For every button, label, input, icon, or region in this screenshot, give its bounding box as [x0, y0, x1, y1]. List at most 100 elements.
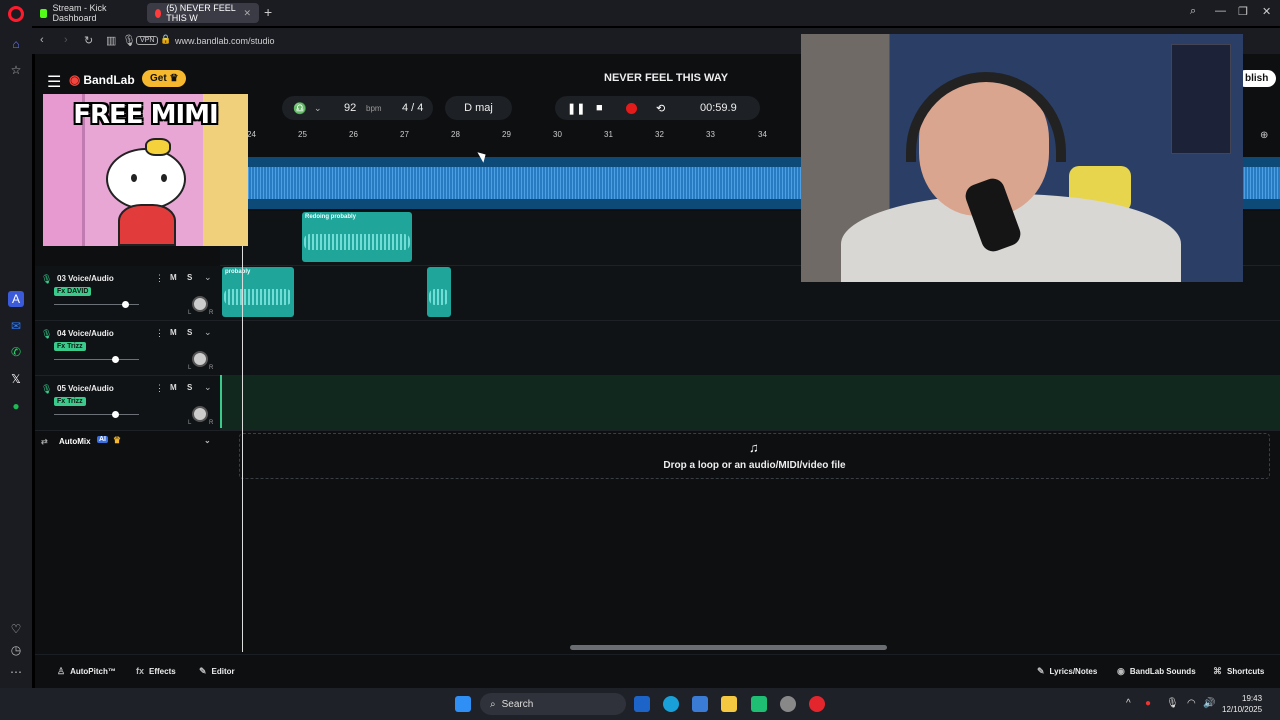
mute-button[interactable]: M	[170, 383, 177, 392]
mute-button[interactable]: M	[170, 273, 177, 282]
chevron-down-icon[interactable]: ⌄	[314, 103, 322, 114]
solo-button[interactable]: S	[187, 383, 192, 392]
track-name[interactable]: 05 Voice/Audio	[57, 384, 114, 393]
track-menu-icon[interactable]: ⋮	[155, 383, 164, 394]
heart-icon[interactable]: ♡	[8, 621, 24, 637]
start-icon[interactable]	[455, 696, 471, 712]
opera-logo-icon[interactable]	[8, 6, 24, 22]
record-button[interactable]	[626, 103, 637, 114]
minimize-icon[interactable]: —	[1215, 5, 1226, 17]
volume-knob[interactable]	[112, 356, 120, 363]
lyrics-notes-button[interactable]: ✎ Lyrics/Notes	[1037, 666, 1097, 677]
chevron-down-icon[interactable]: ⌄	[204, 327, 212, 338]
track-menu-icon[interactable]: ⋮	[155, 273, 164, 284]
mute-button[interactable]: M	[170, 328, 177, 337]
outlook-icon[interactable]	[634, 696, 650, 712]
forward-icon[interactable]: ›	[64, 34, 68, 46]
time-signature[interactable]: 4 / 4	[402, 102, 423, 114]
drop-zone[interactable]: ♫ Drop a loop or an audio/MIDI/video fil…	[239, 433, 1270, 479]
volume-knob[interactable]	[112, 411, 120, 418]
volume-knob[interactable]	[121, 301, 129, 308]
app-icon[interactable]	[751, 696, 767, 712]
horizontal-scrollbar[interactable]	[570, 645, 887, 650]
pause-icon[interactable]: ❚❚	[567, 102, 585, 115]
fx-badge[interactable]: Fx Trizz	[54, 397, 86, 406]
history-icon[interactable]: ◷	[8, 642, 24, 658]
track-name[interactable]: 03 Voice/Audio	[57, 274, 114, 283]
aria-icon[interactable]: A	[8, 291, 24, 307]
tab-bandlab[interactable]: (5) NEVER FEEL THIS W ✕	[147, 3, 259, 23]
url-field[interactable]: www.bandlab.com/studio	[175, 36, 275, 46]
taskbar-search[interactable]: ⌕ Search	[480, 693, 626, 715]
loop-icon[interactable]: ⟲	[656, 102, 665, 115]
home-icon[interactable]: ⌂	[8, 36, 24, 52]
menu-icon[interactable]: ☰	[47, 72, 61, 92]
pan-knob[interactable]	[192, 296, 208, 312]
bpm-value[interactable]: 92	[344, 102, 356, 114]
autopitch-button[interactable]: ♙ AutoPitch™	[57, 666, 116, 677]
messenger-icon[interactable]: ✉	[8, 318, 24, 334]
tray-app-icon[interactable]: ●	[1145, 698, 1151, 709]
close-window-icon[interactable]: ✕	[1262, 5, 1271, 18]
automix-row[interactable]: ⇄ AutoMix AI ♛ ⌄	[35, 431, 220, 453]
tabs-grid-icon[interactable]: ▥	[106, 34, 116, 47]
whatsapp-icon[interactable]: ✆	[8, 344, 24, 360]
reload-icon[interactable]: ↻	[84, 34, 93, 47]
bandlab-logo[interactable]: ◉ BandLab	[69, 72, 135, 88]
new-tab-icon[interactable]: +	[264, 4, 272, 20]
spotify-icon[interactable]: ●	[8, 398, 24, 414]
more-icon[interactable]: ⋯	[8, 664, 24, 680]
audio-clip[interactable]: probably	[222, 267, 294, 317]
track-05-lane[interactable]	[220, 376, 1280, 431]
chevron-down-icon[interactable]: ⌄	[204, 272, 212, 283]
tray-mic-icon[interactable]: 🎙	[1166, 698, 1179, 709]
mic-icon[interactable]: 🎙	[122, 34, 136, 47]
store-icon[interactable]	[692, 696, 708, 712]
fx-badge[interactable]: Fx Trizz	[54, 342, 86, 351]
restore-icon[interactable]: ❐	[1238, 5, 1248, 18]
editor-button[interactable]: ✎ Editor	[199, 666, 235, 677]
wifi-icon[interactable]: ◠	[1187, 698, 1196, 709]
tab-kick-dashboard[interactable]: Stream - Kick Dashboard	[32, 3, 144, 23]
volume-slider[interactable]	[54, 359, 139, 360]
track-04-lane[interactable]	[220, 321, 1280, 376]
bookmarks-icon[interactable]: ☆	[8, 62, 24, 78]
volume-icon[interactable]: 🔊	[1203, 698, 1215, 709]
solo-button[interactable]: S	[187, 328, 192, 337]
track-header-03[interactable]: 🎙 03 Voice/Audio ⋮ M S ⌄ Fx DAVID L R	[35, 266, 220, 321]
track-header-04[interactable]: 🎙 04 Voice/Audio ⋮ M S ⌄ Fx Trizz L R	[35, 321, 220, 376]
close-tab-icon[interactable]: ✕	[243, 8, 251, 19]
file-explorer-icon[interactable]	[721, 696, 737, 712]
track-header-05[interactable]: 🎙 05 Voice/Audio ⋮ M S ⌄ Fx Trizz L R	[35, 376, 220, 431]
track-name[interactable]: 04 Voice/Audio	[57, 329, 114, 338]
effects-button[interactable]: fx Effects	[136, 666, 176, 676]
chevron-down-icon[interactable]: ⌄	[204, 382, 212, 393]
volume-slider[interactable]	[54, 414, 139, 415]
solo-button[interactable]: S	[187, 273, 192, 282]
vpn-badge[interactable]: VPN	[136, 36, 159, 45]
audio-clip[interactable]	[427, 267, 451, 317]
bandlab-sounds-button[interactable]: ◉ BandLab Sounds	[1117, 666, 1196, 677]
stop-icon[interactable]: ■	[596, 102, 603, 114]
obs-icon[interactable]	[780, 696, 796, 712]
track-menu-icon[interactable]: ⋮	[155, 328, 164, 339]
back-icon[interactable]: ‹	[40, 34, 44, 46]
pan-knob[interactable]	[192, 351, 208, 367]
pan-right-label: R	[209, 310, 214, 316]
tray-chevron-icon[interactable]: ^	[1126, 698, 1131, 709]
edge-icon[interactable]	[663, 696, 679, 712]
search-tabs-icon[interactable]: ⌕	[1190, 5, 1196, 18]
song-title[interactable]: NEVER FEEL THIS WAY	[604, 72, 728, 84]
metronome-icon[interactable]: ♎	[293, 102, 307, 115]
opera-taskbar-icon[interactable]	[809, 696, 825, 712]
shortcuts-button[interactable]: ⌘ Shortcuts	[1213, 666, 1264, 677]
key-selector[interactable]: D maj	[445, 96, 512, 120]
zoom-icon[interactable]: ⊕	[1260, 130, 1268, 141]
get-membership-button[interactable]: Get ♛	[142, 70, 187, 87]
audio-clip[interactable]: Redoing probably	[302, 212, 412, 262]
x-icon[interactable]: 𝕏	[8, 371, 24, 387]
taskbar-clock[interactable]: 19:43 12/10/2025	[1222, 693, 1262, 715]
chevron-down-icon[interactable]: ⌄	[204, 436, 211, 445]
pan-knob[interactable]	[192, 406, 208, 422]
fx-badge[interactable]: Fx DAVID	[54, 287, 92, 296]
